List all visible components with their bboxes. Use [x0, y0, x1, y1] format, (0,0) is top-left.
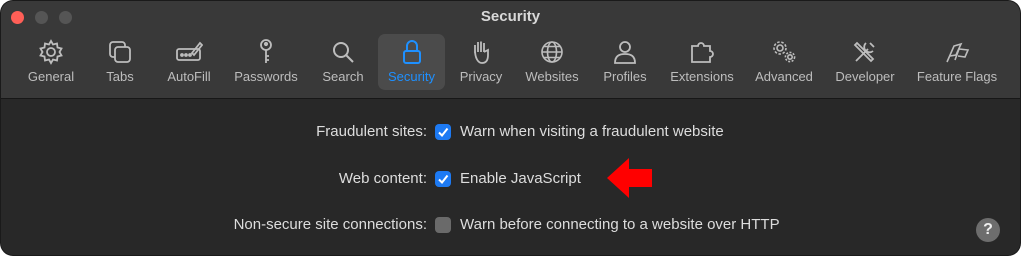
- fraudulent-sites-option-label[interactable]: Warn when visiting a fraudulent website: [460, 121, 724, 143]
- person-icon: [611, 38, 639, 66]
- tab-label: Feature Flags: [916, 69, 998, 84]
- enable-javascript-checkbox[interactable]: [435, 171, 451, 187]
- tab-label: Tabs: [106, 69, 134, 84]
- tab-security[interactable]: Security: [378, 34, 445, 90]
- gear-icon: [37, 38, 65, 66]
- tab-passwords[interactable]: Passwords: [229, 34, 303, 90]
- warn-http-checkbox[interactable]: [435, 217, 451, 233]
- tab-autofill[interactable]: AutoFill: [159, 34, 219, 90]
- titlebar: Security General Tabs AutoFill Passwords…: [1, 1, 1020, 99]
- annotation-arrow-icon: [607, 158, 653, 203]
- tab-label: Privacy: [459, 69, 503, 84]
- tab-label: Security: [388, 69, 435, 84]
- tab-label: Developer: [835, 69, 895, 84]
- tab-label: General: [27, 69, 75, 84]
- tab-label: AutoFill: [167, 69, 211, 84]
- preferences-toolbar: General Tabs AutoFill Passwords Search S…: [1, 33, 1020, 91]
- setting-label: Web content:: [338, 170, 427, 187]
- fraudulent-sites-checkbox[interactable]: [435, 124, 451, 140]
- tab-privacy[interactable]: Privacy: [453, 34, 509, 90]
- flags-icon: [943, 38, 971, 66]
- gears-icon: [770, 38, 798, 66]
- search-icon: [329, 38, 357, 66]
- key-icon: [252, 38, 280, 66]
- tabs-icon: [106, 38, 134, 66]
- tab-label: Extensions: [670, 69, 734, 84]
- autofill-icon: [175, 38, 203, 66]
- tab-profiles[interactable]: Profiles: [595, 34, 655, 90]
- tab-label: Websites: [525, 69, 579, 84]
- tab-developer[interactable]: Developer: [829, 34, 901, 90]
- tab-label: Advanced: [755, 69, 813, 84]
- tab-label: Search: [322, 69, 364, 84]
- tab-general[interactable]: General: [21, 34, 81, 90]
- tab-feature-flags[interactable]: Feature Flags: [911, 34, 1003, 90]
- hand-icon: [467, 38, 495, 66]
- web-content-row: Web content:: [1, 168, 427, 190]
- security-settings-panel: Fraudulent sites: Warn when visiting a f…: [1, 99, 1020, 255]
- help-button[interactable]: ?: [976, 218, 1000, 242]
- window-title: Security: [480, 8, 541, 25]
- fraudulent-sites-row: Fraudulent sites:: [1, 121, 427, 143]
- checkmark-icon: [438, 174, 449, 185]
- globe-icon: [538, 38, 566, 66]
- warn-http-option-label[interactable]: Warn before connecting to a website over…: [460, 214, 780, 236]
- enable-javascript-option-label[interactable]: Enable JavaScript: [460, 168, 581, 190]
- puzzle-icon: [688, 38, 716, 66]
- tab-tabs[interactable]: Tabs: [95, 34, 145, 90]
- tab-advanced[interactable]: Advanced: [749, 34, 819, 90]
- tab-extensions[interactable]: Extensions: [665, 34, 739, 90]
- checkmark-icon: [438, 127, 449, 138]
- setting-label: Non-secure site connections:: [233, 216, 427, 233]
- tab-search[interactable]: Search: [315, 34, 371, 90]
- setting-label: Fraudulent sites:: [316, 123, 427, 140]
- tab-websites[interactable]: Websites: [519, 34, 585, 90]
- tools-icon: [851, 38, 879, 66]
- tab-label: Passwords: [234, 69, 298, 84]
- lock-icon: [398, 38, 426, 66]
- tab-label: Profiles: [603, 69, 647, 84]
- non-secure-connections-row: Non-secure site connections:: [1, 214, 427, 236]
- settings-window: Security General Tabs AutoFill Passwords…: [1, 1, 1020, 255]
